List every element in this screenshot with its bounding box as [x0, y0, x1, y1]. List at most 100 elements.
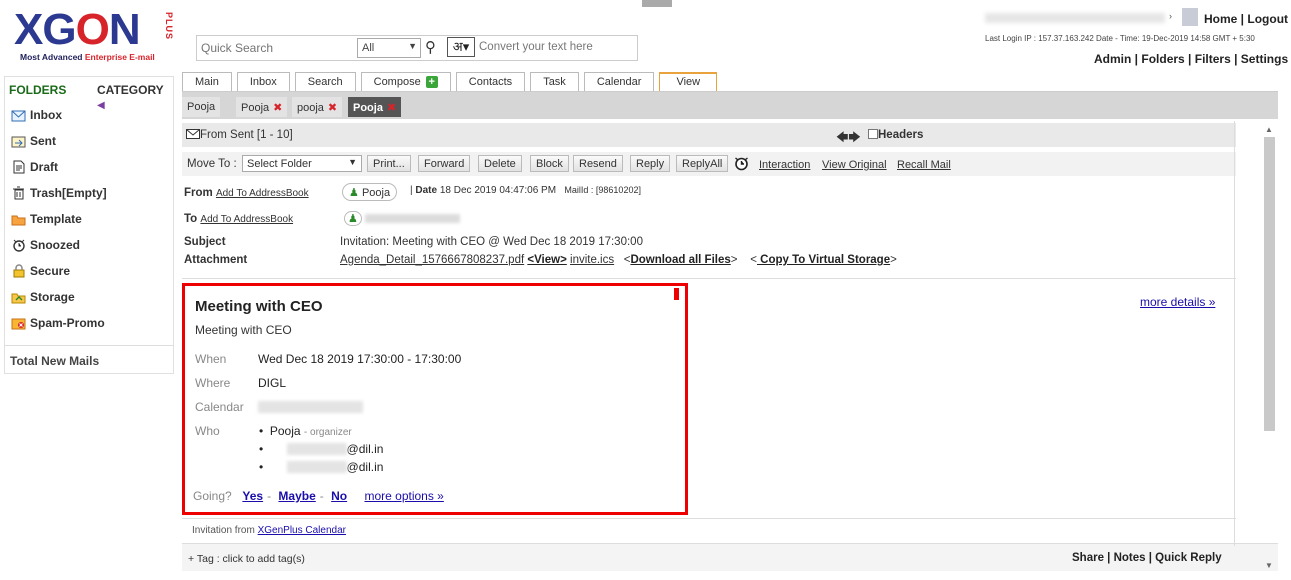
admin-link[interactable]: Admin: [1094, 52, 1131, 66]
tab-compose[interactable]: Compose +: [360, 72, 451, 91]
snooze-alarm-icon[interactable]: [734, 155, 749, 174]
tab-calendar[interactable]: Calendar: [583, 72, 655, 91]
tab-search[interactable]: Search: [294, 72, 356, 91]
sidebar-item-sent[interactable]: Sent: [11, 134, 56, 148]
xgenplus-calendar-link[interactable]: XGenPlus Calendar: [258, 525, 346, 536]
download-all-link[interactable]: Download all Files: [630, 254, 730, 266]
mail-view-pane: From Sent [1 - 10] 🡄🡆 Headers Move To : …: [182, 121, 1278, 580]
interaction-link[interactable]: Interaction: [759, 159, 810, 171]
attachment-pdf-link[interactable]: Agenda_Detail_1576667808237.pdf: [340, 254, 524, 266]
spam-icon: [11, 316, 26, 330]
close-icon[interactable]: ✖: [273, 102, 282, 114]
print-button[interactable]: Print...: [367, 155, 411, 172]
search-icon[interactable]: ⚲: [425, 38, 436, 56]
pane-divider: [1234, 121, 1235, 546]
sidebar-item-secure[interactable]: Secure: [11, 264, 70, 278]
lock-icon: [11, 264, 26, 278]
envelope-icon: [186, 129, 200, 139]
user-email-redacted: [985, 13, 1165, 23]
where-label: Where: [195, 376, 231, 390]
attachment-ics-link[interactable]: invite.ics: [570, 254, 614, 266]
sidebar-item-trash[interactable]: Trash[Empty]: [11, 186, 107, 200]
sidebar-item-template[interactable]: Template: [11, 212, 82, 226]
add-to-addressbook-from-link[interactable]: Add To AddressBook: [216, 188, 309, 199]
replyall-button[interactable]: ReplyAll: [676, 155, 729, 172]
scroll-thumb[interactable]: [1264, 137, 1275, 431]
headers-checkbox[interactable]: [868, 129, 878, 139]
add-tag-link[interactable]: + Tag : click to add tag(s): [188, 553, 305, 565]
move-to-label: Move To :: [187, 158, 237, 170]
delete-button[interactable]: Delete: [478, 155, 522, 172]
subtab-pooja-active[interactable]: Pooja ✖: [348, 97, 402, 117]
sidebar-item-inbox[interactable]: Inbox: [11, 108, 62, 122]
avatar[interactable]: [1182, 8, 1198, 26]
rsvp-no-link[interactable]: No: [331, 489, 347, 503]
subtab-pooja-1[interactable]: Pooja: [182, 97, 221, 117]
search-scope-select[interactable]: All ▼: [357, 38, 421, 58]
tab-contacts[interactable]: Contacts: [455, 72, 526, 91]
user-icon: ♟: [344, 211, 362, 226]
sidebar-item-draft[interactable]: Draft: [11, 160, 58, 174]
last-login-info: Last Login IP : 157.37.163.242 Date - Ti…: [985, 34, 1255, 43]
rsvp-maybe-link[interactable]: Maybe: [278, 489, 315, 503]
view-original-link[interactable]: View Original: [822, 159, 887, 171]
to-row: To Add To AddressBook ♟: [182, 209, 1236, 231]
share-link[interactable]: Share: [1072, 552, 1104, 564]
attachment-view-link[interactable]: <View>: [527, 254, 566, 266]
subject-text: Invitation: Meeting with CEO @ Wed Dec 1…: [340, 236, 643, 248]
calendar-label: Calendar: [195, 400, 244, 414]
sidebar-item-snoozed[interactable]: Snoozed: [11, 238, 80, 252]
from-label: From Add To AddressBook: [184, 187, 309, 199]
sidebar-category-heading[interactable]: CATEGORY ◀: [97, 83, 173, 111]
recall-mail-link[interactable]: Recall Mail: [897, 159, 951, 171]
filters-link[interactable]: Filters: [1195, 52, 1231, 66]
folders-link[interactable]: Folders: [1141, 52, 1184, 66]
subtab-pooja-3[interactable]: pooja ✖: [292, 97, 343, 117]
home-link[interactable]: Home: [1204, 12, 1237, 26]
forward-button[interactable]: Forward: [418, 155, 471, 172]
quick-search-input[interactable]: [201, 41, 351, 55]
more-details-link[interactable]: more details »: [1140, 295, 1215, 309]
from-contact-chip[interactable]: ♟ Pooja: [342, 183, 398, 201]
scroll-up-icon[interactable]: ▲: [1265, 125, 1273, 134]
move-folder-select[interactable]: Select Folder ▼: [242, 155, 362, 172]
mail-toolbar: Move To : Select Folder ▼ Print... Forwar…: [182, 152, 1236, 176]
attachment-links: Agenda_Detail_1576667808237.pdf <View> i…: [340, 254, 897, 266]
storage-folder-icon: [11, 290, 26, 304]
block-button[interactable]: Block: [530, 155, 569, 172]
copy-virtual-storage-link[interactable]: Copy To Virtual Storage: [757, 254, 890, 266]
close-icon[interactable]: ✖: [387, 102, 396, 114]
hindi-input-toggle[interactable]: अ▾: [447, 37, 475, 57]
mail-scrollbar[interactable]: ▲ ▼: [1263, 125, 1275, 570]
tab-task[interactable]: Task: [530, 72, 579, 91]
calendar-invite-card: Meeting with CEO Meeting with CEO When W…: [182, 283, 688, 515]
open-mail-tabs: Pooja Pooja ✖ pooja ✖ Pooja ✖: [182, 91, 1278, 119]
resend-button[interactable]: Resend: [573, 155, 623, 172]
quick-reply-link[interactable]: Quick Reply: [1155, 552, 1221, 564]
headers-toggle[interactable]: Headers: [868, 129, 923, 141]
more-options-link[interactable]: more options »: [364, 489, 443, 503]
alarm-clock-icon: [11, 238, 26, 252]
tab-main[interactable]: Main: [182, 72, 232, 91]
xgen-logo[interactable]: XGON PLUS Most Advanced Enterprise E-mai…: [14, 8, 174, 66]
tab-view[interactable]: View: [659, 72, 718, 91]
total-new-mails: Total New Mails: [5, 345, 173, 376]
settings-link[interactable]: Settings: [1241, 52, 1288, 66]
to-contact-chip[interactable]: ♟: [342, 209, 466, 227]
recipient-redacted: [364, 214, 460, 223]
sidebar-folders-heading[interactable]: FOLDERS: [9, 83, 66, 97]
add-to-addressbook-to-link[interactable]: Add To AddressBook: [200, 214, 293, 225]
date-mailid-info: | Date 18 Dec 2019 04:47:06 PM MailId : …: [410, 185, 641, 196]
close-icon[interactable]: ✖: [328, 102, 337, 114]
scroll-down-icon[interactable]: ▼: [1265, 561, 1273, 570]
convert-text-input[interactable]: Convert your text here: [479, 41, 593, 53]
notes-link[interactable]: Notes: [1114, 552, 1146, 564]
sidebar-item-storage[interactable]: Storage: [11, 290, 75, 304]
tab-inbox[interactable]: Inbox: [236, 72, 290, 91]
rsvp-yes-link[interactable]: Yes: [242, 489, 263, 503]
reply-button[interactable]: Reply: [630, 155, 671, 172]
subtab-pooja-2[interactable]: Pooja ✖: [236, 97, 288, 117]
logout-link[interactable]: Logout: [1247, 12, 1288, 26]
sidebar-item-spam-promo[interactable]: Spam-Promo: [11, 316, 105, 330]
prev-next-arrows-icon[interactable]: 🡄🡆: [836, 128, 861, 149]
